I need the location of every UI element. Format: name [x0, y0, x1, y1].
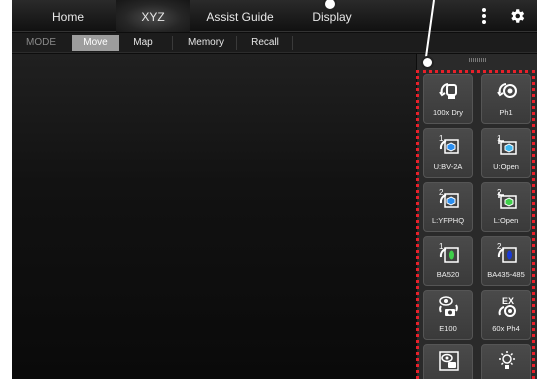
gear-icon[interactable] — [508, 7, 526, 25]
divider — [236, 36, 237, 50]
panel-grip-handle[interactable] — [469, 58, 487, 62]
subnav-map[interactable]: Map — [124, 33, 162, 53]
subnav-move[interactable]: Move — [72, 35, 119, 51]
tab-xyz[interactable]: XYZ — [116, 0, 190, 32]
tab-home[interactable]: Home — [40, 0, 96, 32]
tab-assist-guide[interactable]: Assist Guide — [200, 0, 280, 32]
mode-label: MODE — [26, 37, 56, 48]
highlight-frame — [416, 70, 535, 379]
subnav-memory[interactable]: Memory — [176, 33, 236, 53]
subnav-recall[interactable]: Recall — [240, 33, 290, 53]
sub-nav: MODE Move Map Memory Recall — [12, 33, 537, 53]
kebab-menu-icon[interactable] — [478, 7, 490, 25]
divider — [292, 36, 293, 50]
top-nav: Home XYZ Assist Guide Display — [12, 0, 537, 32]
divider — [172, 36, 173, 50]
callout-marker — [421, 56, 434, 69]
main-view[interactable] — [12, 54, 416, 379]
